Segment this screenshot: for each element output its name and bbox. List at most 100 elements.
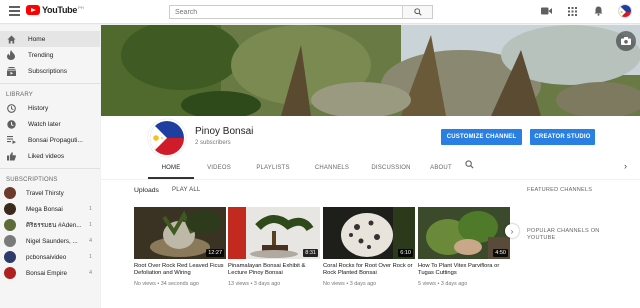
uploads-title[interactable]: Uploads: [134, 187, 159, 194]
featured-channels-heading: FEATURED CHANNELS: [527, 187, 593, 193]
sidebar-divider: [0, 168, 100, 169]
sidebar-item-label: Trending: [28, 51, 54, 59]
popular-channels-heading: POPULAR CHANNELS ON YOUTUBE: [527, 228, 600, 241]
subscription-item[interactable]: Nigel Saunders, ... 4: [0, 233, 100, 249]
video-card[interactable]: 6:10 Coral Rocks for Root Over Rock or R…: [323, 207, 415, 287]
channel-avatar: [4, 187, 16, 199]
tab-channels[interactable]: CHANNELS: [302, 156, 362, 179]
video-meta: 5 views • 3 days ago: [418, 281, 468, 287]
tab-about[interactable]: ABOUT: [420, 156, 462, 179]
sidebar-item-label: Watch later: [28, 120, 61, 128]
library-heading: LIBRARY: [6, 92, 33, 98]
channel-avatar: [4, 203, 16, 215]
search-input[interactable]: [170, 6, 402, 18]
youtube-play-icon: [26, 5, 40, 15]
video-title[interactable]: Coral Rocks for Root Over Rock or Rock P…: [323, 263, 415, 277]
search-button[interactable]: [402, 6, 432, 18]
video-duration: 4:50: [493, 249, 508, 257]
subscription-count: 4: [88, 270, 92, 276]
customize-channel-button[interactable]: CUSTOMIZE CHANNEL: [441, 129, 522, 145]
notifications-bell-icon[interactable]: [592, 5, 604, 17]
channel-avatar-large[interactable]: [148, 119, 186, 157]
subscription-count: 4: [88, 238, 92, 244]
home-icon: [6, 34, 16, 44]
top-bar: YouTube PH: [0, 0, 640, 24]
uploads-next-chevron-icon[interactable]: ›: [505, 224, 519, 238]
subscription-item[interactable]: ศิริธรรมธน #Aden... 1: [0, 217, 100, 233]
subscription-name: ศิริธรรมธน #Aden...: [26, 222, 82, 229]
account-avatar[interactable]: [618, 4, 632, 18]
change-banner-button[interactable]: [616, 31, 636, 51]
channel-name: Pinoy Bonsai: [195, 126, 254, 137]
video-thumbnail[interactable]: 4:50: [418, 207, 510, 259]
subscription-name: pcbonsaivideo: [26, 253, 67, 261]
banner-image: [101, 25, 640, 116]
video-duration: 6:10: [398, 249, 413, 257]
subscription-count: 1: [88, 254, 92, 260]
subscription-item[interactable]: Mega Bonsai 1: [0, 201, 100, 217]
play-all-button[interactable]: PLAY ALL: [172, 187, 200, 193]
sidebar-item-watch-later[interactable]: Watch later: [0, 116, 100, 132]
subscription-item[interactable]: pcbonsaivideo 1: [0, 249, 100, 265]
sidebar-item-home[interactable]: Home: [0, 31, 100, 47]
sidebar: Home Trending Subscriptions LIBRARY Hist…: [0, 25, 100, 308]
subscription-name: Mega Bonsai: [26, 205, 63, 213]
sidebar-item-liked-videos[interactable]: Liked videos: [0, 148, 100, 164]
subscriptions-heading: SUBSCRIPTIONS: [6, 177, 58, 183]
video-card[interactable]: 12:27 Root Over Rock Red Leaved Ficus De…: [134, 207, 226, 287]
channel-avatar: [4, 219, 16, 231]
tabs-next-chevron-icon[interactable]: ›: [624, 161, 627, 171]
tab-videos[interactable]: VIDEOS: [194, 156, 244, 179]
sidebar-item-label: Home: [28, 35, 46, 43]
subscription-item[interactable]: Travel Thirsty: [0, 185, 100, 201]
video-title[interactable]: Pinamalayan Bonsai Exhibit & Lecture Pin…: [228, 263, 320, 277]
sidebar-item-trending[interactable]: Trending: [0, 47, 100, 63]
youtube-logo[interactable]: YouTube PH: [26, 5, 84, 15]
subscription-name: Travel Thirsty: [26, 189, 64, 197]
subscriber-count: 2 subscribers: [195, 140, 231, 146]
sidebar-item-subscriptions[interactable]: Subscriptions: [0, 63, 100, 79]
trending-icon: [6, 50, 16, 60]
subscription-count: 1: [88, 206, 92, 212]
sidebar-item-label: Bonsai Propaguti...: [28, 136, 83, 144]
search-icon: [413, 8, 422, 16]
top-right-icons: [540, 4, 632, 18]
tab-playlists[interactable]: PLAYLISTS: [244, 156, 302, 179]
subscription-name: Bonsai Empire: [26, 269, 67, 277]
channel-avatar: [4, 235, 16, 247]
subscription-count: 1: [88, 222, 92, 228]
video-title[interactable]: Root Over Rock Red Leaved Ficus Defoliat…: [134, 263, 226, 277]
apps-grid-icon[interactable]: [566, 5, 578, 17]
sidebar-item-label: History: [28, 104, 49, 112]
sidebar-divider: [0, 83, 100, 84]
tab-discussion[interactable]: DISCUSSION: [362, 156, 420, 179]
video-card[interactable]: 8:31 Pinamalayan Bonsai Exhibit & Lectur…: [228, 207, 320, 287]
create-video-icon[interactable]: [540, 5, 552, 17]
logo-text: YouTube: [42, 5, 78, 15]
video-card[interactable]: 4:50 How To Plant Vitex Parviflora or Tu…: [418, 207, 510, 287]
video-meta: 13 views • 3 days ago: [228, 281, 281, 287]
video-thumbnail[interactable]: 6:10: [323, 207, 415, 259]
subscription-name: Nigel Saunders, ...: [26, 237, 78, 245]
video-duration: 12:27: [206, 249, 224, 257]
watch-later-icon: [6, 119, 16, 129]
playlist-icon: [6, 135, 16, 145]
logo-region: PH: [78, 5, 84, 10]
creator-studio-button[interactable]: CREATOR STUDIO: [530, 129, 595, 145]
sidebar-item-label: Liked videos: [28, 152, 65, 160]
sidebar-item-label: Subscriptions: [28, 67, 68, 75]
video-title[interactable]: How To Plant Vitex Parviflora or Tugas C…: [418, 263, 510, 277]
hamburger-menu-icon[interactable]: [9, 6, 20, 16]
channel-banner: [101, 25, 640, 116]
subscription-item[interactable]: Bonsai Empire 4: [0, 265, 100, 281]
channel-avatar: [4, 251, 16, 263]
channel-search-icon[interactable]: [465, 160, 474, 171]
sidebar-item-history[interactable]: History: [0, 100, 100, 116]
camera-icon: [621, 37, 631, 45]
video-duration: 8:31: [303, 249, 318, 257]
search-box: [169, 5, 433, 19]
video-thumbnail[interactable]: 12:27: [134, 207, 226, 259]
sidebar-item-playlist[interactable]: Bonsai Propaguti...: [0, 132, 100, 148]
video-thumbnail[interactable]: 8:31: [228, 207, 320, 259]
tab-home[interactable]: HOME: [148, 156, 194, 179]
